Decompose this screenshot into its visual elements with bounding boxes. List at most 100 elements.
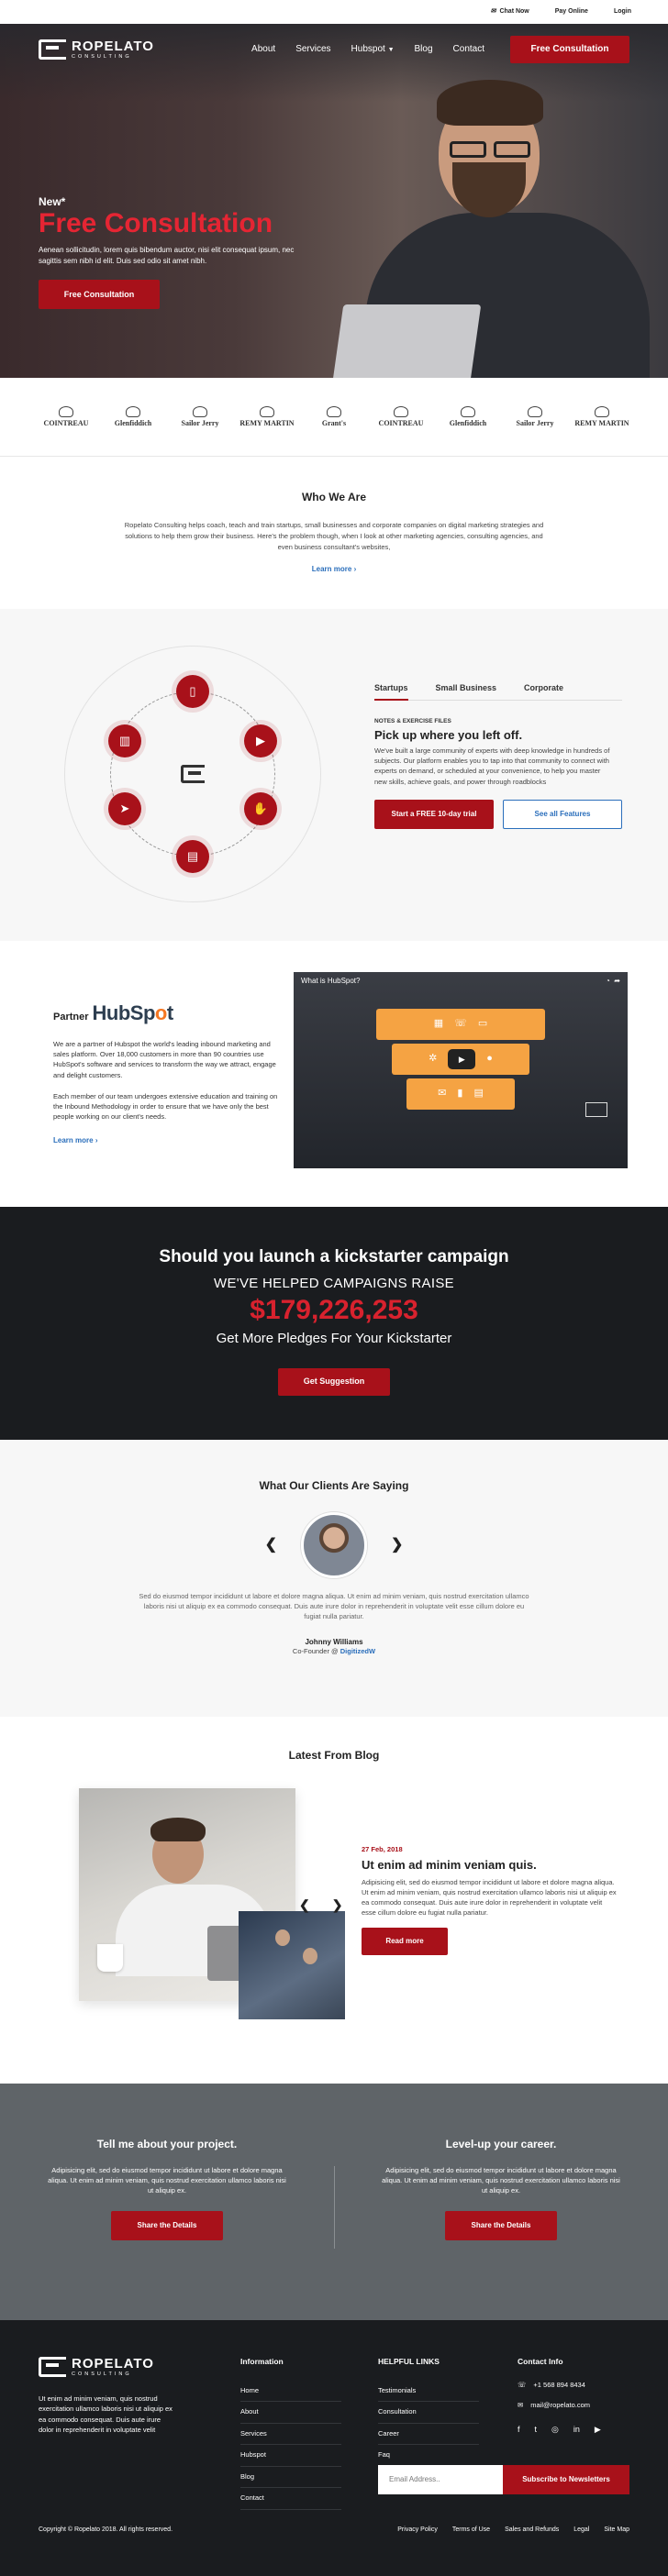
footer-link-blog[interactable]: Blog [240,2467,341,2489]
company-link[interactable]: DigitizedW [340,1647,375,1655]
blog-next-arrow-icon[interactable]: ❯ [332,1896,343,1915]
tab-title: Pick up where you left off. [374,727,523,742]
tab-small-business[interactable]: Small Business [436,682,497,694]
crest-icon [528,406,542,417]
footer-email[interactable]: mail@ropelato.com [530,2401,590,2411]
share-details-button-right[interactable]: Share the Details [445,2210,557,2240]
share-details-button-left[interactable]: Share the Details [111,2210,223,2240]
cta-left-text: Adipisicing elit, sed do eiusmod tempor … [48,2165,286,2195]
pay-online-link[interactable]: Pay Online [555,7,588,17]
footer-link-services[interactable]: Services [240,2424,341,2446]
blog-date: 27 Feb, 2018 [362,1845,403,1853]
nav-blog[interactable]: Blog [415,43,433,56]
crest-icon [260,406,274,417]
facebook-icon[interactable]: f [518,2424,520,2436]
footer-logo[interactable]: ROPELATO CONSULTING [39,2357,154,2378]
footer-link-home[interactable]: Home [240,2381,341,2403]
top-bar: ✉ Chat Now Pay Online Login [0,0,668,24]
next-arrow-icon[interactable]: ❯ [391,1535,403,1555]
paper-plane-icon[interactable]: ➤ [108,792,141,825]
crest-icon [126,406,140,417]
play-button-icon[interactable]: ▶ [448,1049,476,1069]
who-learn-more-link[interactable]: Learn more › [312,564,356,574]
terms-link[interactable]: Terms of Use [452,2526,490,2535]
brand-logo: Sailor Jerry [507,399,562,436]
privacy-policy-link[interactable]: Privacy Policy [397,2526,438,2535]
chat-bubble-icon: ▭ [477,1018,488,1030]
main-nav: About Services Hubspot ▼ Blog Contact Fr… [251,36,629,63]
copyright: Copyright © Ropelato 2018. All rights re… [39,2526,173,2533]
hero-description: Aenean sollicitudin, lorem quis bibendum… [39,245,295,265]
free-trial-button[interactable]: Start a FREE 10-day trial [374,799,494,829]
tab-startups[interactable]: Startups [374,682,408,701]
partner-learn-more-link[interactable]: Learn more › [53,1135,97,1145]
partner-paragraph-2: Each member of our team undergoes extens… [53,1091,278,1122]
footer-link-contact[interactable]: Contact [240,2488,341,2510]
footer-link-hubspot[interactable]: Hubspot [240,2445,341,2467]
subscribe-button[interactable]: Subscribe to Newsletters [503,2465,629,2494]
footer-link-testimonials[interactable]: Testimonials [378,2381,479,2403]
cta-section: Tell me about your project. Adipisicing … [0,2084,668,2320]
hubspot-video-player[interactable]: What is HubSpot? ◔ ➦ ▦ ☏ ▭ ✲ ▶ ● ✉ ▮ ▤ [294,972,628,1168]
footer-link-about[interactable]: About [240,2402,341,2424]
footer-phone[interactable]: +1 568 894 8434 [533,2381,585,2391]
document-icon[interactable]: ▤ [176,840,209,873]
tab-corporate[interactable]: Corporate [524,682,563,694]
brand-logo: Glenfiddich [440,399,495,436]
cta-project: Tell me about your project. Adipisicing … [0,2084,334,2320]
site-map-link[interactable]: Site Map [604,2526,629,2535]
sales-refunds-link[interactable]: Sales and Refunds [505,2526,559,2535]
chart-icon[interactable]: ▥ [108,724,141,757]
partner-paragraph-1: We are a partner of Hubspot the world's … [53,1039,276,1079]
crest-icon [193,406,207,417]
nav-about[interactable]: About [251,43,275,56]
legal-link[interactable]: Legal [573,2526,589,2535]
features-tabs: Startups Small Business Corporate [374,682,622,701]
play-icon[interactable]: ▶ [244,724,277,757]
footer-link-consultation[interactable]: Consultation [378,2402,479,2424]
crest-icon [595,406,609,417]
clock-icon[interactable]: ◔ [606,977,610,985]
see-features-button[interactable]: See all Features [503,799,622,829]
main-header: ROPELATO CONSULTING About Services Hubsp… [0,24,668,75]
mobile-icon[interactable]: ▯ [176,675,209,708]
email-icon: ✉ [518,2401,524,2410]
footer-information: Information Home About Services Hubspot … [240,2357,341,2510]
nav-free-consultation-button[interactable]: Free Consultation [510,36,629,63]
get-suggestion-button[interactable]: Get Suggestion [278,1367,390,1396]
chat-now-link[interactable]: ✉ Chat Now [491,7,529,17]
prev-arrow-icon[interactable]: ❮ [265,1535,277,1555]
newsletter-email-input[interactable]: Email Address.. [378,2465,503,2494]
brand-logo: REMY MARTIN [574,399,629,436]
nav-services[interactable]: Services [295,43,330,56]
inbound-funnel-graphic: ▦ ☏ ▭ ✲ ▶ ● ✉ ▮ ▤ [376,1009,545,1113]
hero-image [301,75,668,378]
footer-link-career[interactable]: Career [378,2424,479,2446]
instagram-icon[interactable]: ◎ [551,2424,559,2436]
testimonials-title: What Our Clients Are Saying [259,1479,409,1492]
nav-hubspot[interactable]: Hubspot ▼ [351,43,395,56]
twitter-icon[interactable]: t [535,2424,538,2436]
blog-post-title[interactable]: Ut enim ad minim veniam quis. [362,1857,618,1874]
linkedin-icon[interactable]: in [573,2424,580,2436]
blog-prev-arrow-icon[interactable]: ❮ [299,1896,310,1915]
youtube-icon[interactable]: ▶ [595,2424,601,2436]
share-icon[interactable]: ➦ [614,977,620,985]
hand-icon[interactable]: ✋ [244,792,277,825]
phone-icon: ☏ [518,2380,527,2389]
brand-logo: Glenfiddich [106,399,161,436]
tab-eyebrow: NOTES & EXERCISE FILES [374,717,451,724]
read-more-button[interactable]: Read more [362,1927,448,1955]
kick-tagline: Get More Pledges For Your Kickstarter [216,1330,452,1346]
blog-image-secondary [239,1911,345,2019]
blog-post-excerpt: Adipisicing elit, sed do eiusmod tempor … [362,1877,617,1918]
features-section: ▯ ▶ ✋ ▤ ➤ ▥ Startups Small Business Corp… [0,609,668,941]
hero-content: New* Free Consultation Aenean sollicitud… [39,194,314,309]
site-logo[interactable]: ROPELATO CONSULTING [39,39,154,61]
hero-consultation-button[interactable]: Free Consultation [39,279,160,309]
login-link[interactable]: Login [614,7,631,17]
cta-divider [334,2166,335,2249]
footer-link-faq[interactable]: Faq [378,2445,479,2467]
nav-contact[interactable]: Contact [453,43,484,56]
hubspot-partner-section: Partner HubSpot We are a partner of Hubs… [0,941,668,1207]
